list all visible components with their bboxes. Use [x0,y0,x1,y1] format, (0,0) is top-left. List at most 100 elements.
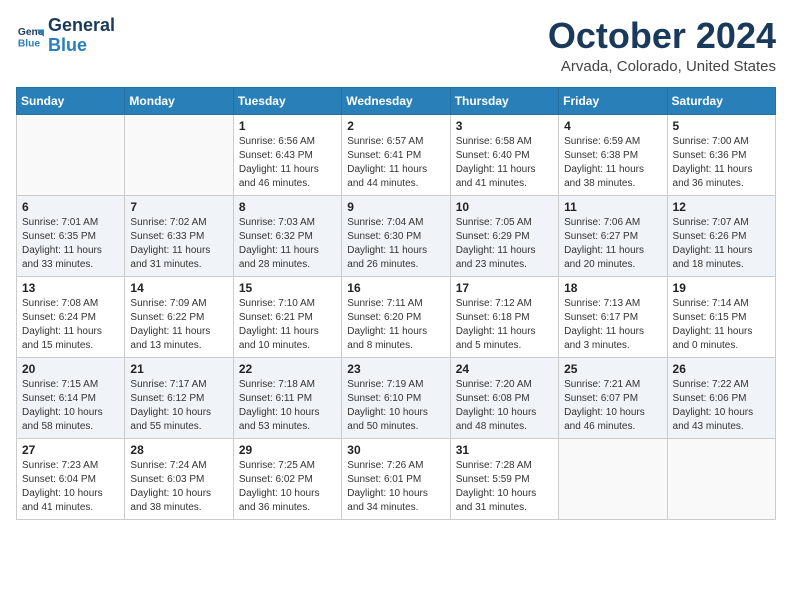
calendar-cell: 6 Sunrise: 7:01 AMSunset: 6:35 PMDaylight… [17,195,125,276]
logo: General Blue General Blue [16,16,115,56]
day-info: Sunrise: 6:58 AMSunset: 6:40 PMDaylight:… [456,135,553,191]
weekday-header: Saturday [667,87,775,114]
day-number: 27 [22,443,119,457]
day-number: 3 [456,119,553,133]
day-info: Sunrise: 6:57 AMSunset: 6:41 PMDaylight:… [347,135,444,191]
day-info: Sunrise: 7:06 AMSunset: 6:27 PMDaylight:… [564,216,661,272]
calendar-cell: 9 Sunrise: 7:04 AMSunset: 6:30 PMDaylight… [342,195,450,276]
location-title: Arvada, Colorado, United States [548,58,776,75]
day-info: Sunrise: 7:18 AMSunset: 6:11 PMDaylight:… [239,378,336,434]
calendar-cell [667,438,775,519]
logo-text: General Blue [48,16,115,56]
day-info: Sunrise: 7:12 AMSunset: 6:18 PMDaylight:… [456,297,553,353]
day-number: 1 [239,119,336,133]
calendar-cell: 1 Sunrise: 6:56 AMSunset: 6:43 PMDaylight… [233,114,341,195]
weekday-header: Wednesday [342,87,450,114]
calendar-cell: 17Sunrise: 7:12 AMSunset: 6:18 PMDayligh… [450,276,558,357]
calendar-cell [17,114,125,195]
day-number: 4 [564,119,661,133]
calendar-cell: 23 Sunrise: 7:19 AMSunset: 6:10 PMDayligh… [342,357,450,438]
weekday-header: Sunday [17,87,125,114]
calendar-cell: 14Sunrise: 7:09 AMSunset: 6:22 PMDayligh… [125,276,233,357]
calendar-cell: 21 Sunrise: 7:17 AMSunset: 6:12 PMDayligh… [125,357,233,438]
day-info: Sunrise: 6:56 AMSunset: 6:43 PMDaylight:… [239,135,336,191]
day-number: 2 [347,119,444,133]
weekday-header: Tuesday [233,87,341,114]
calendar-week-row: 13 Sunrise: 7:08 AMSunset: 6:24 PMDayligh… [17,276,776,357]
day-number: 23 [347,362,444,376]
calendar-cell: 4 Sunrise: 6:59 AMSunset: 6:38 PMDaylight… [559,114,667,195]
calendar-week-row: 27Sunrise: 7:23 AMSunset: 6:04 PMDayligh… [17,438,776,519]
weekday-header: Thursday [450,87,558,114]
day-info: Sunrise: 7:22 AMSunset: 6:06 PMDaylight:… [673,378,770,434]
calendar-cell: 24Sunrise: 7:20 AMSunset: 6:08 PMDayligh… [450,357,558,438]
day-number: 14 [130,281,227,295]
title-block: October 2024 Arvada, Colorado, United St… [548,16,776,75]
calendar-cell: 2 Sunrise: 6:57 AMSunset: 6:41 PMDaylight… [342,114,450,195]
day-info: Sunrise: 7:00 AMSunset: 6:36 PMDaylight:… [673,135,770,191]
day-info: Sunrise: 7:07 AMSunset: 6:26 PMDaylight:… [673,216,770,272]
day-info: Sunrise: 7:17 AMSunset: 6:12 PMDaylight:… [130,378,227,434]
calendar-cell: 3 Sunrise: 6:58 AMSunset: 6:40 PMDaylight… [450,114,558,195]
calendar-cell: 7 Sunrise: 7:02 AMSunset: 6:33 PMDaylight… [125,195,233,276]
day-info: Sunrise: 7:28 AMSunset: 5:59 PMDaylight:… [456,459,553,515]
day-number: 8 [239,200,336,214]
svg-text:Blue: Blue [18,38,41,49]
day-number: 24 [456,362,553,376]
day-info: Sunrise: 7:03 AMSunset: 6:32 PMDaylight:… [239,216,336,272]
calendar-cell: 30Sunrise: 7:26 AMSunset: 6:01 PMDayligh… [342,438,450,519]
day-info: Sunrise: 7:08 AMSunset: 6:24 PMDaylight:… [22,297,119,353]
calendar-cell: 10Sunrise: 7:05 AMSunset: 6:29 PMDayligh… [450,195,558,276]
calendar-cell: 8 Sunrise: 7:03 AMSunset: 6:32 PMDaylight… [233,195,341,276]
day-info: Sunrise: 7:01 AMSunset: 6:35 PMDaylight:… [22,216,119,272]
day-info: Sunrise: 7:10 AMSunset: 6:21 PMDaylight:… [239,297,336,353]
calendar-cell: 27Sunrise: 7:23 AMSunset: 6:04 PMDayligh… [17,438,125,519]
day-number: 19 [673,281,770,295]
weekday-header-row: SundayMondayTuesdayWednesdayThursdayFrid… [17,87,776,114]
day-number: 29 [239,443,336,457]
day-info: Sunrise: 7:04 AMSunset: 6:30 PMDaylight:… [347,216,444,272]
day-info: Sunrise: 7:11 AMSunset: 6:20 PMDaylight:… [347,297,444,353]
calendar-table: SundayMondayTuesdayWednesdayThursdayFrid… [16,87,776,520]
calendar-cell: 15 Sunrise: 7:10 AMSunset: 6:21 PMDayligh… [233,276,341,357]
day-number: 5 [673,119,770,133]
day-number: 6 [22,200,119,214]
day-info: Sunrise: 7:21 AMSunset: 6:07 PMDaylight:… [564,378,661,434]
day-info: Sunrise: 7:13 AMSunset: 6:17 PMDaylight:… [564,297,661,353]
day-number: 25 [564,362,661,376]
day-number: 21 [130,362,227,376]
calendar-cell: 29 Sunrise: 7:25 AMSunset: 6:02 PMDayligh… [233,438,341,519]
logo-icon: General Blue [16,22,44,50]
day-info: Sunrise: 7:14 AMSunset: 6:15 PMDaylight:… [673,297,770,353]
calendar-week-row: 6 Sunrise: 7:01 AMSunset: 6:35 PMDaylight… [17,195,776,276]
day-number: 22 [239,362,336,376]
day-number: 20 [22,362,119,376]
day-number: 10 [456,200,553,214]
calendar-cell: 28 Sunrise: 7:24 AMSunset: 6:03 PMDayligh… [125,438,233,519]
day-info: Sunrise: 6:59 AMSunset: 6:38 PMDaylight:… [564,135,661,191]
calendar-cell: 26Sunrise: 7:22 AMSunset: 6:06 PMDayligh… [667,357,775,438]
page-header: General Blue General Blue October 2024 A… [16,16,776,75]
day-number: 13 [22,281,119,295]
day-number: 30 [347,443,444,457]
calendar-cell: 12 Sunrise: 7:07 AMSunset: 6:26 PMDayligh… [667,195,775,276]
calendar-cell: 18 Sunrise: 7:13 AMSunset: 6:17 PMDayligh… [559,276,667,357]
calendar-cell [125,114,233,195]
day-number: 7 [130,200,227,214]
day-info: Sunrise: 7:19 AMSunset: 6:10 PMDaylight:… [347,378,444,434]
day-number: 18 [564,281,661,295]
day-info: Sunrise: 7:02 AMSunset: 6:33 PMDaylight:… [130,216,227,272]
day-number: 31 [456,443,553,457]
day-number: 15 [239,281,336,295]
calendar-cell: 31 Sunrise: 7:28 AMSunset: 5:59 PMDayligh… [450,438,558,519]
day-info: Sunrise: 7:25 AMSunset: 6:02 PMDaylight:… [239,459,336,515]
day-info: Sunrise: 7:24 AMSunset: 6:03 PMDaylight:… [130,459,227,515]
calendar-week-row: 20 Sunrise: 7:15 AMSunset: 6:14 PMDayligh… [17,357,776,438]
day-info: Sunrise: 7:15 AMSunset: 6:14 PMDaylight:… [22,378,119,434]
day-number: 9 [347,200,444,214]
day-number: 28 [130,443,227,457]
calendar-cell: 22 Sunrise: 7:18 AMSunset: 6:11 PMDayligh… [233,357,341,438]
day-number: 12 [673,200,770,214]
calendar-cell [559,438,667,519]
weekday-header: Friday [559,87,667,114]
